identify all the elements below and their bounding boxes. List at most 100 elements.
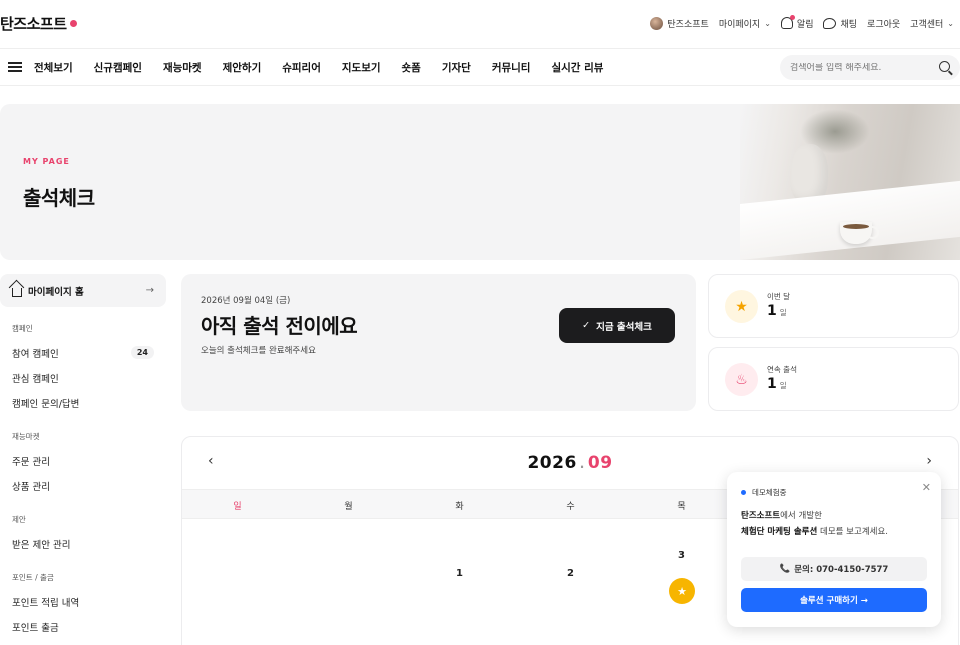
page-title: 출석체크 xyxy=(23,186,95,210)
calendar-title: 2026. 09 xyxy=(527,453,612,473)
check-icon: ✓ xyxy=(582,320,591,331)
sidebar-item-received-proposals[interactable]: 받은 제안 관리 xyxy=(0,531,166,556)
top-bar: 탄즈소프트 탄즈소프트 마이페이지 ⌄ 알림 채팅 로그아웃 고객센터 ⌄ xyxy=(0,0,960,46)
weekday-tue: 화 xyxy=(455,502,464,512)
support-menu[interactable]: 고객센터 ⌄ xyxy=(910,17,954,30)
nav-item-new-campaign[interactable]: 신규캠페인 xyxy=(94,60,142,75)
bell-icon xyxy=(780,15,795,29)
sidebar-item-joined-campaigns[interactable]: 참여 캠페인 24 xyxy=(0,340,166,365)
phone-icon: 📞 xyxy=(779,564,791,574)
checkin-now-button[interactable]: ✓ 지금 출석체크 xyxy=(559,308,675,343)
home-icon xyxy=(12,287,22,297)
count-badge: 24 xyxy=(130,346,154,359)
calendar-month: 09 xyxy=(587,453,613,473)
chevron-down-icon: ⌄ xyxy=(947,18,954,28)
nav-item-reporters[interactable]: 기자단 xyxy=(442,60,471,75)
sidebar-group-title: 재능마켓 xyxy=(12,432,40,441)
page-hero: MY PAGE 출석체크 xyxy=(0,104,960,260)
sidebar-home-label: 마이페이지 홈 xyxy=(28,286,84,298)
stat-card-month: ★ 이번 달 1일 xyxy=(708,274,959,338)
brand-logo[interactable]: 탄즈소프트 xyxy=(0,13,77,34)
close-icon[interactable]: ✕ xyxy=(922,481,931,494)
checkin-button-label: 지금 출석체크 xyxy=(596,321,652,333)
checkin-subtitle: 오늘의 출석체크를 완료해주세요 xyxy=(201,346,316,356)
sidebar-item-products[interactable]: 상품 관리 xyxy=(0,473,166,498)
calendar-day[interactable]: 1 xyxy=(404,568,515,579)
utility-menu: 탄즈소프트 마이페이지 ⌄ 알림 채팅 로그아웃 고객센터 ⌄ xyxy=(650,15,954,30)
weekday-mon: 월 xyxy=(344,502,353,512)
user-menu[interactable]: 탄즈소프트 xyxy=(650,16,709,30)
calendar-separator: . xyxy=(579,457,585,471)
sidebar-home-link[interactable]: 마이페이지 홈 → xyxy=(0,274,166,307)
stat-unit: 일 xyxy=(779,381,787,390)
chevron-right-icon[interactable]: › xyxy=(926,453,932,469)
mypage-sidebar: 마이페이지 홈 → 캠페인 참여 캠페인 24 관심 캠페인 캠페인 문의/답변… xyxy=(0,274,166,639)
calendar-year: 2026 xyxy=(527,453,577,473)
sidebar-item-campaign-qna[interactable]: 캠페인 문의/답변 xyxy=(0,390,166,415)
sidebar-item-point-withdraw[interactable]: 포인트 출금 xyxy=(0,614,166,639)
chevron-left-icon[interactable]: ‹ xyxy=(208,453,214,469)
hamburger-icon[interactable] xyxy=(8,62,22,72)
popup-solution: 체험단 마케팅 솔루션 xyxy=(741,527,818,537)
logout-label: 로그아웃 xyxy=(867,19,901,30)
nav-all-menu[interactable]: 전체보기 xyxy=(34,60,73,75)
chevron-down-icon: ⌄ xyxy=(764,18,771,28)
chat-button[interactable]: 채팅 xyxy=(823,17,857,30)
search-icon[interactable] xyxy=(939,61,950,72)
sidebar-item-label: 참여 캠페인 xyxy=(12,348,59,360)
star-icon: ★ xyxy=(725,290,758,323)
calendar-day[interactable]: 3 xyxy=(626,550,737,561)
sidebar-item-label: 관심 캠페인 xyxy=(12,373,59,385)
checkin-card: 2026년 09월 04일 (금) 아직 출석 전이에요 오늘의 출석체크를 완… xyxy=(181,274,696,411)
sidebar-group-title: 제안 xyxy=(12,515,26,524)
alerts-button[interactable]: 알림 xyxy=(780,15,814,30)
sidebar-item-label: 포인트 적립 내역 xyxy=(12,597,80,609)
nav-item-proposal[interactable]: 제안하기 xyxy=(223,60,262,75)
avatar xyxy=(650,16,664,30)
nav-item-talent-market[interactable]: 재능마켓 xyxy=(163,60,202,75)
buy-solution-label: 솔루션 구매하기 → xyxy=(800,596,868,606)
attendance-star-icon: ★ xyxy=(669,578,695,604)
nav-item-shortform[interactable]: 숏폼 xyxy=(402,60,421,75)
calendar-day[interactable]: 2 xyxy=(515,568,626,579)
mypage-menu[interactable]: 마이페이지 ⌄ xyxy=(719,17,771,30)
weekday-sun: 일 xyxy=(233,502,242,512)
search-input[interactable] xyxy=(790,62,930,73)
demo-popup: 데모체험중 ✕ 탄즈소프트에서 개발한 체험단 마케팅 솔루션 데모를 보고계세… xyxy=(727,472,941,627)
buy-solution-button[interactable]: 솔루션 구매하기 → xyxy=(741,588,927,612)
checkin-date: 2026년 09월 04일 (금) xyxy=(201,296,291,306)
stat-label: 연속 출석 xyxy=(767,365,797,374)
stat-value: 1 xyxy=(767,376,777,392)
sidebar-item-favorite-campaigns[interactable]: 관심 캠페인 xyxy=(0,365,166,390)
sidebar-item-label: 포인트 출금 xyxy=(12,622,59,634)
contact-phone-label: 문의: 070-4150-7577 xyxy=(794,565,889,575)
popup-line-2: 체험단 마케팅 솔루션 데모를 보고계세요. xyxy=(741,525,888,537)
hero-image xyxy=(740,104,960,260)
popup-text: 데모를 보고계세요. xyxy=(817,527,888,537)
flame-icon: ♨ xyxy=(725,363,758,396)
sidebar-item-label: 받은 제안 관리 xyxy=(12,539,71,551)
support-label: 고객센터 xyxy=(910,19,944,30)
contact-phone-button[interactable]: 📞 문의: 070-4150-7577 xyxy=(741,557,927,581)
logout-link[interactable]: 로그아웃 xyxy=(867,17,900,30)
user-name: 탄즈소프트 xyxy=(667,19,709,30)
popup-text: 에서 개발한 xyxy=(780,511,822,521)
sidebar-item-orders[interactable]: 주문 관리 xyxy=(0,448,166,473)
sidebar-item-point-history[interactable]: 포인트 적립 내역 xyxy=(0,589,166,614)
nav-item-superior[interactable]: 슈피리어 xyxy=(282,60,321,75)
nav-item-live-review[interactable]: 실시간 리뷰 xyxy=(551,60,603,75)
popup-brand: 탄즈소프트 xyxy=(741,511,781,521)
chat-label: 채팅 xyxy=(840,19,858,30)
sidebar-item-label: 상품 관리 xyxy=(12,481,50,493)
hero-eyebrow: MY PAGE xyxy=(23,157,70,166)
demo-tag: 데모체험중 xyxy=(741,487,787,498)
sidebar-item-label: 캠페인 문의/답변 xyxy=(12,398,80,410)
stat-value: 1 xyxy=(767,303,777,319)
alerts-label: 알림 xyxy=(796,19,814,30)
stat-unit: 일 xyxy=(779,308,787,317)
weekday-thu: 목 xyxy=(677,502,686,512)
weekday-wed: 수 xyxy=(566,502,575,512)
logo-dot-icon xyxy=(69,19,77,27)
nav-item-community[interactable]: 커뮤니티 xyxy=(492,60,531,75)
nav-item-map[interactable]: 지도보기 xyxy=(342,60,381,75)
